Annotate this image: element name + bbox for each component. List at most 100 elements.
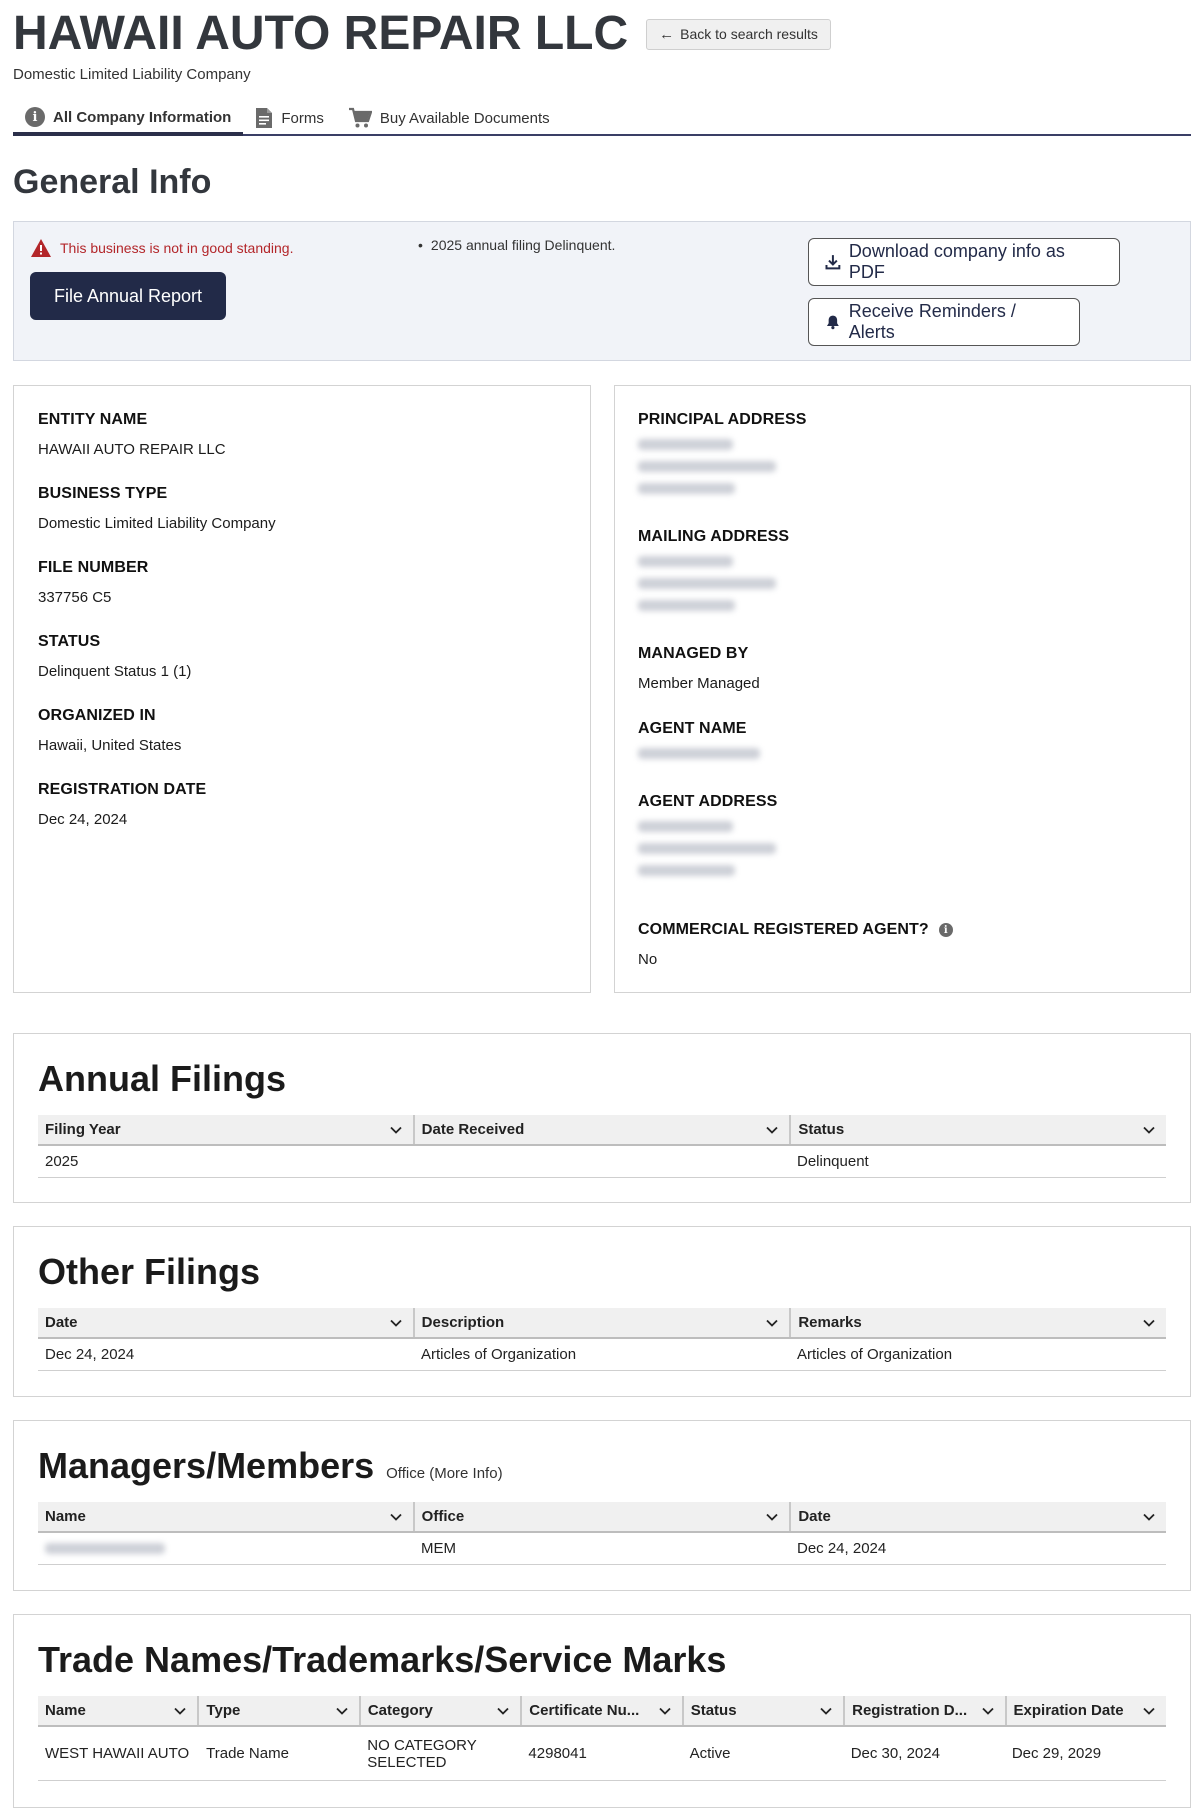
- field-label: STATUS: [38, 633, 101, 650]
- chevron-down-icon: [981, 1707, 994, 1715]
- field-label: COMMERCIAL REGISTERED AGENT? i: [638, 921, 953, 939]
- field-label: BUSINESS TYPE: [38, 485, 168, 502]
- field-value: 337756 C5: [38, 589, 112, 606]
- field-value: Hawaii, United States: [38, 737, 182, 754]
- trade-names-table: Name Type Category Certificate Nu... Sta…: [38, 1696, 1166, 1781]
- business-type-field: BUSINESS TYPE Domestic Limited Liability…: [38, 485, 276, 535]
- table-row: Dec 24, 2024 Articles of Organization Ar…: [38, 1339, 1166, 1370]
- organized-in-field: ORGANIZED IN Hawaii, United States: [38, 707, 181, 757]
- annual-filings-section: Annual Filings Filing Year Date Received…: [13, 1033, 1191, 1203]
- chevron-down-icon: [659, 1707, 671, 1715]
- table-cell: Trade Name: [206, 1745, 289, 1762]
- field-value: Member Managed: [638, 675, 760, 692]
- table-cell: Delinquent: [797, 1153, 869, 1170]
- column-header[interactable]: Description: [415, 1308, 792, 1337]
- table-header: Date Description Remarks: [38, 1308, 1166, 1339]
- field-label: MAILING ADDRESS: [638, 528, 790, 545]
- field-label: REGISTRATION DATE: [38, 781, 207, 798]
- reminders-label: Receive Reminders / Alerts: [848, 301, 1016, 342]
- section-title: Trade Names/Trademarks/Service Marks: [38, 1639, 727, 1680]
- column-header[interactable]: Office: [415, 1502, 792, 1531]
- back-to-search-button[interactable]: ← Back to search results: [646, 18, 831, 50]
- delinquent-note: • 2025 annual filing Delinquent.: [418, 237, 615, 253]
- mailing-address-field: MAILING ADDRESS: [638, 528, 789, 622]
- tab-bar: i All Company Information Forms Buy Avai…: [13, 102, 1191, 136]
- entity-name-field: ENTITY NAME HAWAII AUTO REPAIR LLC: [38, 411, 226, 461]
- column-header[interactable]: Filing Year: [38, 1115, 415, 1144]
- chevron-down-icon: [1143, 1513, 1155, 1521]
- table-cell: Dec 29, 2029: [1011, 1745, 1102, 1762]
- table-cell: [414, 1146, 790, 1177]
- column-header[interactable]: Status: [791, 1115, 1166, 1144]
- column-header[interactable]: Date: [791, 1502, 1166, 1531]
- table-row: MEM Dec 24, 2024: [38, 1533, 1166, 1564]
- chevron-down-icon: [1143, 1707, 1155, 1715]
- delinquent-note-text: 2025 annual filing Delinquent.: [430, 237, 616, 253]
- other-filings-section: Other Filings Date Description Remarks D…: [13, 1226, 1191, 1397]
- column-header[interactable]: Expiration Date: [1007, 1696, 1166, 1725]
- registration-date-field: REGISTRATION DATE Dec 24, 2024: [38, 781, 206, 831]
- download-icon: [825, 255, 841, 270]
- column-header[interactable]: Name: [38, 1696, 200, 1725]
- column-header[interactable]: Status: [684, 1696, 846, 1725]
- cart-icon: [348, 107, 372, 128]
- column-header[interactable]: Date Received: [415, 1115, 792, 1144]
- field-label: AGENT NAME: [638, 720, 747, 737]
- chevron-down-icon: [497, 1707, 509, 1715]
- company-title: HAWAII AUTO REPAIR LLC: [13, 7, 629, 60]
- table-header: Name Type Category Certificate Nu... Sta…: [38, 1696, 1166, 1727]
- chevron-down-icon: [336, 1707, 348, 1715]
- chevron-down-icon: [174, 1707, 187, 1715]
- column-header[interactable]: Category: [361, 1696, 523, 1725]
- status-field: STATUS Delinquent Status 1 (1): [38, 633, 191, 683]
- managed-by-field: MANAGED BY Member Managed: [638, 645, 760, 695]
- managers-members-section: Managers/Members Office (More Info) Name…: [13, 1420, 1191, 1591]
- field-label: MANAGED BY: [638, 645, 749, 662]
- table-cell: WEST HAWAII AUTO: [45, 1745, 190, 1762]
- table-header: Name Office Date: [38, 1502, 1166, 1533]
- field-label: FILE NUMBER: [38, 559, 149, 576]
- receive-reminders-button[interactable]: Receive Reminders / Alerts: [808, 298, 1080, 346]
- redacted-address: [638, 439, 807, 494]
- entity-details-card: ENTITY NAME HAWAII AUTO REPAIR LLC BUSIN…: [13, 385, 591, 993]
- not-in-good-standing-alert: This business is not in good standing.: [30, 238, 293, 258]
- column-header[interactable]: Type: [199, 1696, 361, 1725]
- trade-names-section: Trade Names/Trademarks/Service Marks Nam…: [13, 1614, 1191, 1808]
- chevron-down-icon: [766, 1126, 778, 1134]
- file-annual-report-button[interactable]: File Annual Report: [30, 272, 226, 320]
- tab-label: All Company Information: [53, 108, 232, 126]
- document-icon: [256, 108, 273, 128]
- office-more-info-link[interactable]: Office (More Info): [386, 1465, 502, 1482]
- tab-forms[interactable]: Forms: [243, 102, 336, 134]
- commercial-agent-field: COMMERCIAL REGISTERED AGENT? i No: [638, 921, 953, 971]
- column-header[interactable]: Date: [38, 1308, 415, 1337]
- chevron-down-icon: [1143, 1126, 1155, 1134]
- column-header[interactable]: Certificate Nu...: [522, 1696, 684, 1725]
- redacted-address: [638, 821, 777, 876]
- tab-all-company-information[interactable]: i All Company Information: [13, 102, 244, 136]
- warning-icon: [31, 239, 51, 257]
- redacted-name: [45, 1543, 165, 1554]
- download-pdf-button[interactable]: Download company info as PDF: [808, 238, 1120, 286]
- section-title-text: Managers/Members: [38, 1445, 375, 1486]
- field-label: PRINCIPAL ADDRESS: [638, 411, 807, 428]
- table-cell: Dec 24, 2024: [45, 1346, 135, 1363]
- section-title: Annual Filings: [38, 1058, 286, 1099]
- column-header[interactable]: Name: [38, 1502, 415, 1531]
- arrow-left-icon: ←: [659, 25, 675, 43]
- field-label: AGENT ADDRESS: [638, 793, 778, 810]
- general-info-heading: General Info: [13, 163, 212, 201]
- annual-filings-table: Filing Year Date Received Status 2025 De…: [38, 1115, 1166, 1178]
- info-icon[interactable]: i: [938, 923, 953, 937]
- file-number-field: FILE NUMBER 337756 C5: [38, 559, 148, 609]
- column-header[interactable]: Remarks: [791, 1308, 1166, 1337]
- table-cell: Articles of Organization: [421, 1346, 577, 1363]
- column-header[interactable]: Registration D...: [845, 1696, 1007, 1725]
- table-cell: 2025: [45, 1153, 79, 1170]
- other-filings-table: Date Description Remarks Dec 24, 2024 Ar…: [38, 1308, 1166, 1371]
- section-title: Managers/Members Office (More Info): [38, 1445, 503, 1487]
- tab-buy-documents[interactable]: Buy Available Documents: [336, 102, 562, 134]
- info-icon: i: [25, 107, 45, 127]
- agent-name-field: AGENT NAME: [638, 720, 760, 770]
- field-value: Delinquent Status 1 (1): [38, 663, 192, 680]
